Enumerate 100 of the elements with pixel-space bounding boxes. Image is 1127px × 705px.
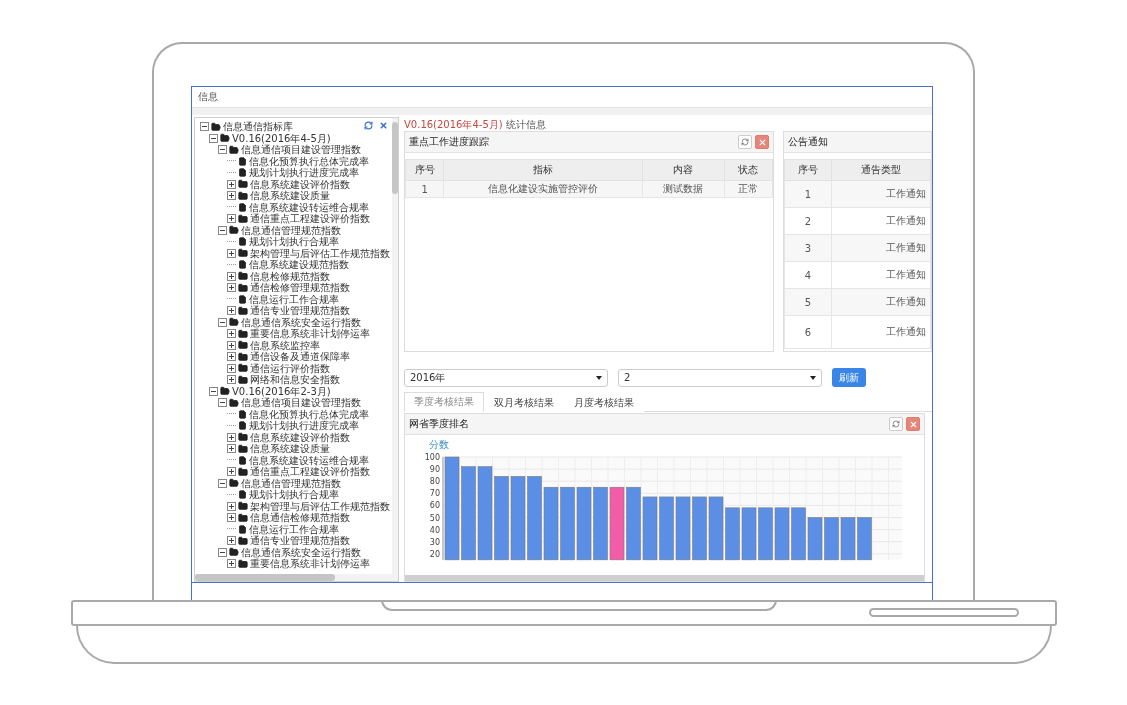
tree-item[interactable]: 信息化预算执行总体完成率 xyxy=(249,155,369,167)
tree-item[interactable]: 信息通信系统安全运行指数 xyxy=(241,546,361,558)
plus-box-icon[interactable] xyxy=(227,271,236,281)
tree-item[interactable]: 通信运行评价指数 xyxy=(250,362,330,374)
tick-label: 30 xyxy=(429,537,440,547)
file-icon xyxy=(238,421,247,431)
tree-item[interactable]: V0.16(2016年2-3月) xyxy=(232,385,331,397)
tree-item[interactable]: 信息通信管理规范指数 xyxy=(241,477,341,489)
plus-box-icon[interactable] xyxy=(227,179,236,189)
plus-box-icon[interactable] xyxy=(227,363,236,373)
minus-box-icon[interactable] xyxy=(218,145,227,155)
tree-item[interactable]: 信息通信检修规范指数 xyxy=(250,512,350,524)
minus-box-icon[interactable] xyxy=(218,225,227,235)
close-button[interactable] xyxy=(755,135,769,149)
minus-box-icon[interactable] xyxy=(200,122,209,132)
scrollbar[interactable] xyxy=(405,575,924,581)
tree-item[interactable]: 通信重点工程建设评价指数 xyxy=(250,213,370,225)
close-icon[interactable] xyxy=(379,121,388,130)
plus-box-icon[interactable] xyxy=(227,375,236,385)
folder-icon xyxy=(238,501,248,512)
plus-box-icon[interactable] xyxy=(227,340,236,350)
tree-item[interactable]: 信息系统建设规范指数 xyxy=(249,259,349,271)
file-icon xyxy=(238,490,247,500)
folder-icon xyxy=(238,179,248,190)
plus-box-icon[interactable] xyxy=(227,432,236,442)
year-select[interactable]: 2016年 xyxy=(404,368,608,387)
tree-item[interactable]: 通信专业管理规范指数 xyxy=(250,305,350,317)
close-icon xyxy=(908,419,918,429)
tree-item[interactable]: 信息系统建设评价指数 xyxy=(250,431,350,443)
folder-icon xyxy=(238,432,248,443)
minus-box-icon[interactable] xyxy=(218,547,227,557)
tree-item[interactable]: 重要信息系统非计划停运率 xyxy=(250,558,370,570)
minus-box-icon[interactable] xyxy=(209,386,218,396)
tree-item[interactable]: 信息通信项目建设管理指数 xyxy=(241,144,361,156)
tree-item[interactable]: 信息系统监控率 xyxy=(250,339,320,351)
tree-item[interactable]: 信息通信指标库 xyxy=(223,121,293,133)
folder-icon xyxy=(229,397,239,408)
column-header: 序号 xyxy=(784,159,832,181)
minus-box-icon[interactable] xyxy=(218,478,227,488)
plus-box-icon[interactable] xyxy=(227,467,236,477)
table-cell: 4 xyxy=(784,261,832,289)
column-header: 内容 xyxy=(642,159,725,181)
file-icon xyxy=(238,294,247,304)
tree-item[interactable]: 信息通信系统安全运行指数 xyxy=(241,316,361,328)
tree-item[interactable]: 通信检修管理规范指数 xyxy=(250,282,350,294)
tree-item[interactable]: 规划计划执行合规率 xyxy=(249,489,339,501)
minus-box-icon[interactable] xyxy=(209,133,218,143)
plus-box-icon[interactable] xyxy=(227,559,236,569)
tree-item[interactable]: 信息系统建设评价指数 xyxy=(250,178,350,190)
tree-item[interactable]: 信息通信项目建设管理指数 xyxy=(241,397,361,409)
tree-item[interactable]: 架构管理与后评估工作规范指数 xyxy=(250,500,390,512)
tree-item[interactable]: 通信重点工程建设评价指数 xyxy=(250,466,370,478)
scrollbar[interactable] xyxy=(392,118,398,574)
column-header: 序号 xyxy=(405,159,444,181)
folder-icon xyxy=(238,305,248,316)
refresh-button[interactable] xyxy=(738,135,752,149)
folder-icon xyxy=(229,317,239,328)
tree-item[interactable]: 规划计划执行进度完成率 xyxy=(249,167,359,179)
close-button[interactable] xyxy=(906,417,920,431)
tree-item[interactable]: 架构管理与后评估工作规范指数 xyxy=(250,247,390,259)
table-cell: 工作通知 xyxy=(831,234,931,262)
tree-item[interactable]: 重要信息系统非计划停运率 xyxy=(250,328,370,340)
tree-item[interactable]: 信息通信管理规范指数 xyxy=(241,224,341,236)
tree-item[interactable]: 通信专业管理规范指数 xyxy=(250,535,350,547)
tree-item[interactable]: 信息化预算执行总体完成率 xyxy=(249,408,369,420)
plus-box-icon[interactable] xyxy=(227,248,236,258)
tree-item[interactable]: 信息系统建设质量 xyxy=(250,443,330,455)
plus-box-icon[interactable] xyxy=(227,501,236,511)
plus-box-icon[interactable] xyxy=(227,513,236,523)
tree-item[interactable]: 信息系统建设转运维合规率 xyxy=(249,201,369,213)
plus-box-icon[interactable] xyxy=(227,444,236,454)
tree-item[interactable]: 信息运行工作合规率 xyxy=(249,523,339,535)
plus-box-icon[interactable] xyxy=(227,191,236,201)
plus-box-icon[interactable] xyxy=(227,283,236,293)
tree-item[interactable]: V0.16(2016年4-5月) xyxy=(232,132,331,144)
period-select[interactable]: 2 xyxy=(618,368,822,387)
plus-box-icon[interactable] xyxy=(227,536,236,546)
tab[interactable]: 季度考核结果 xyxy=(404,392,484,412)
minus-box-icon[interactable] xyxy=(218,398,227,408)
minus-box-icon[interactable] xyxy=(218,317,227,327)
tree-item[interactable]: 规划计划执行合规率 xyxy=(249,236,339,248)
refresh-button[interactable]: 刷新 xyxy=(832,368,866,387)
refresh-button[interactable] xyxy=(889,417,903,431)
tree-item[interactable]: 信息检修规范指数 xyxy=(250,270,330,282)
tree-item[interactable]: 信息运行工作合规率 xyxy=(249,293,339,305)
tree-item[interactable]: 信息系统建设质量 xyxy=(250,190,330,202)
tree-item[interactable]: 通信设备及通道保障率 xyxy=(250,351,350,363)
tree-item[interactable]: 网络和信息安全指数 xyxy=(250,374,340,386)
tree-item[interactable]: 规划计划执行进度完成率 xyxy=(249,420,359,432)
plus-box-icon[interactable] xyxy=(227,329,236,339)
plus-box-icon[interactable] xyxy=(227,214,236,224)
plus-box-icon[interactable] xyxy=(227,306,236,316)
plus-box-icon[interactable] xyxy=(227,352,236,362)
tick-label: 20 xyxy=(429,549,440,559)
refresh-icon[interactable] xyxy=(364,121,373,130)
caret-icon xyxy=(810,375,816,380)
folder-icon xyxy=(238,466,248,477)
tree-item[interactable]: 信息系统建设转运维合规率 xyxy=(249,454,369,466)
tick-label: 60 xyxy=(429,501,440,511)
scrollbar[interactable] xyxy=(195,574,398,581)
